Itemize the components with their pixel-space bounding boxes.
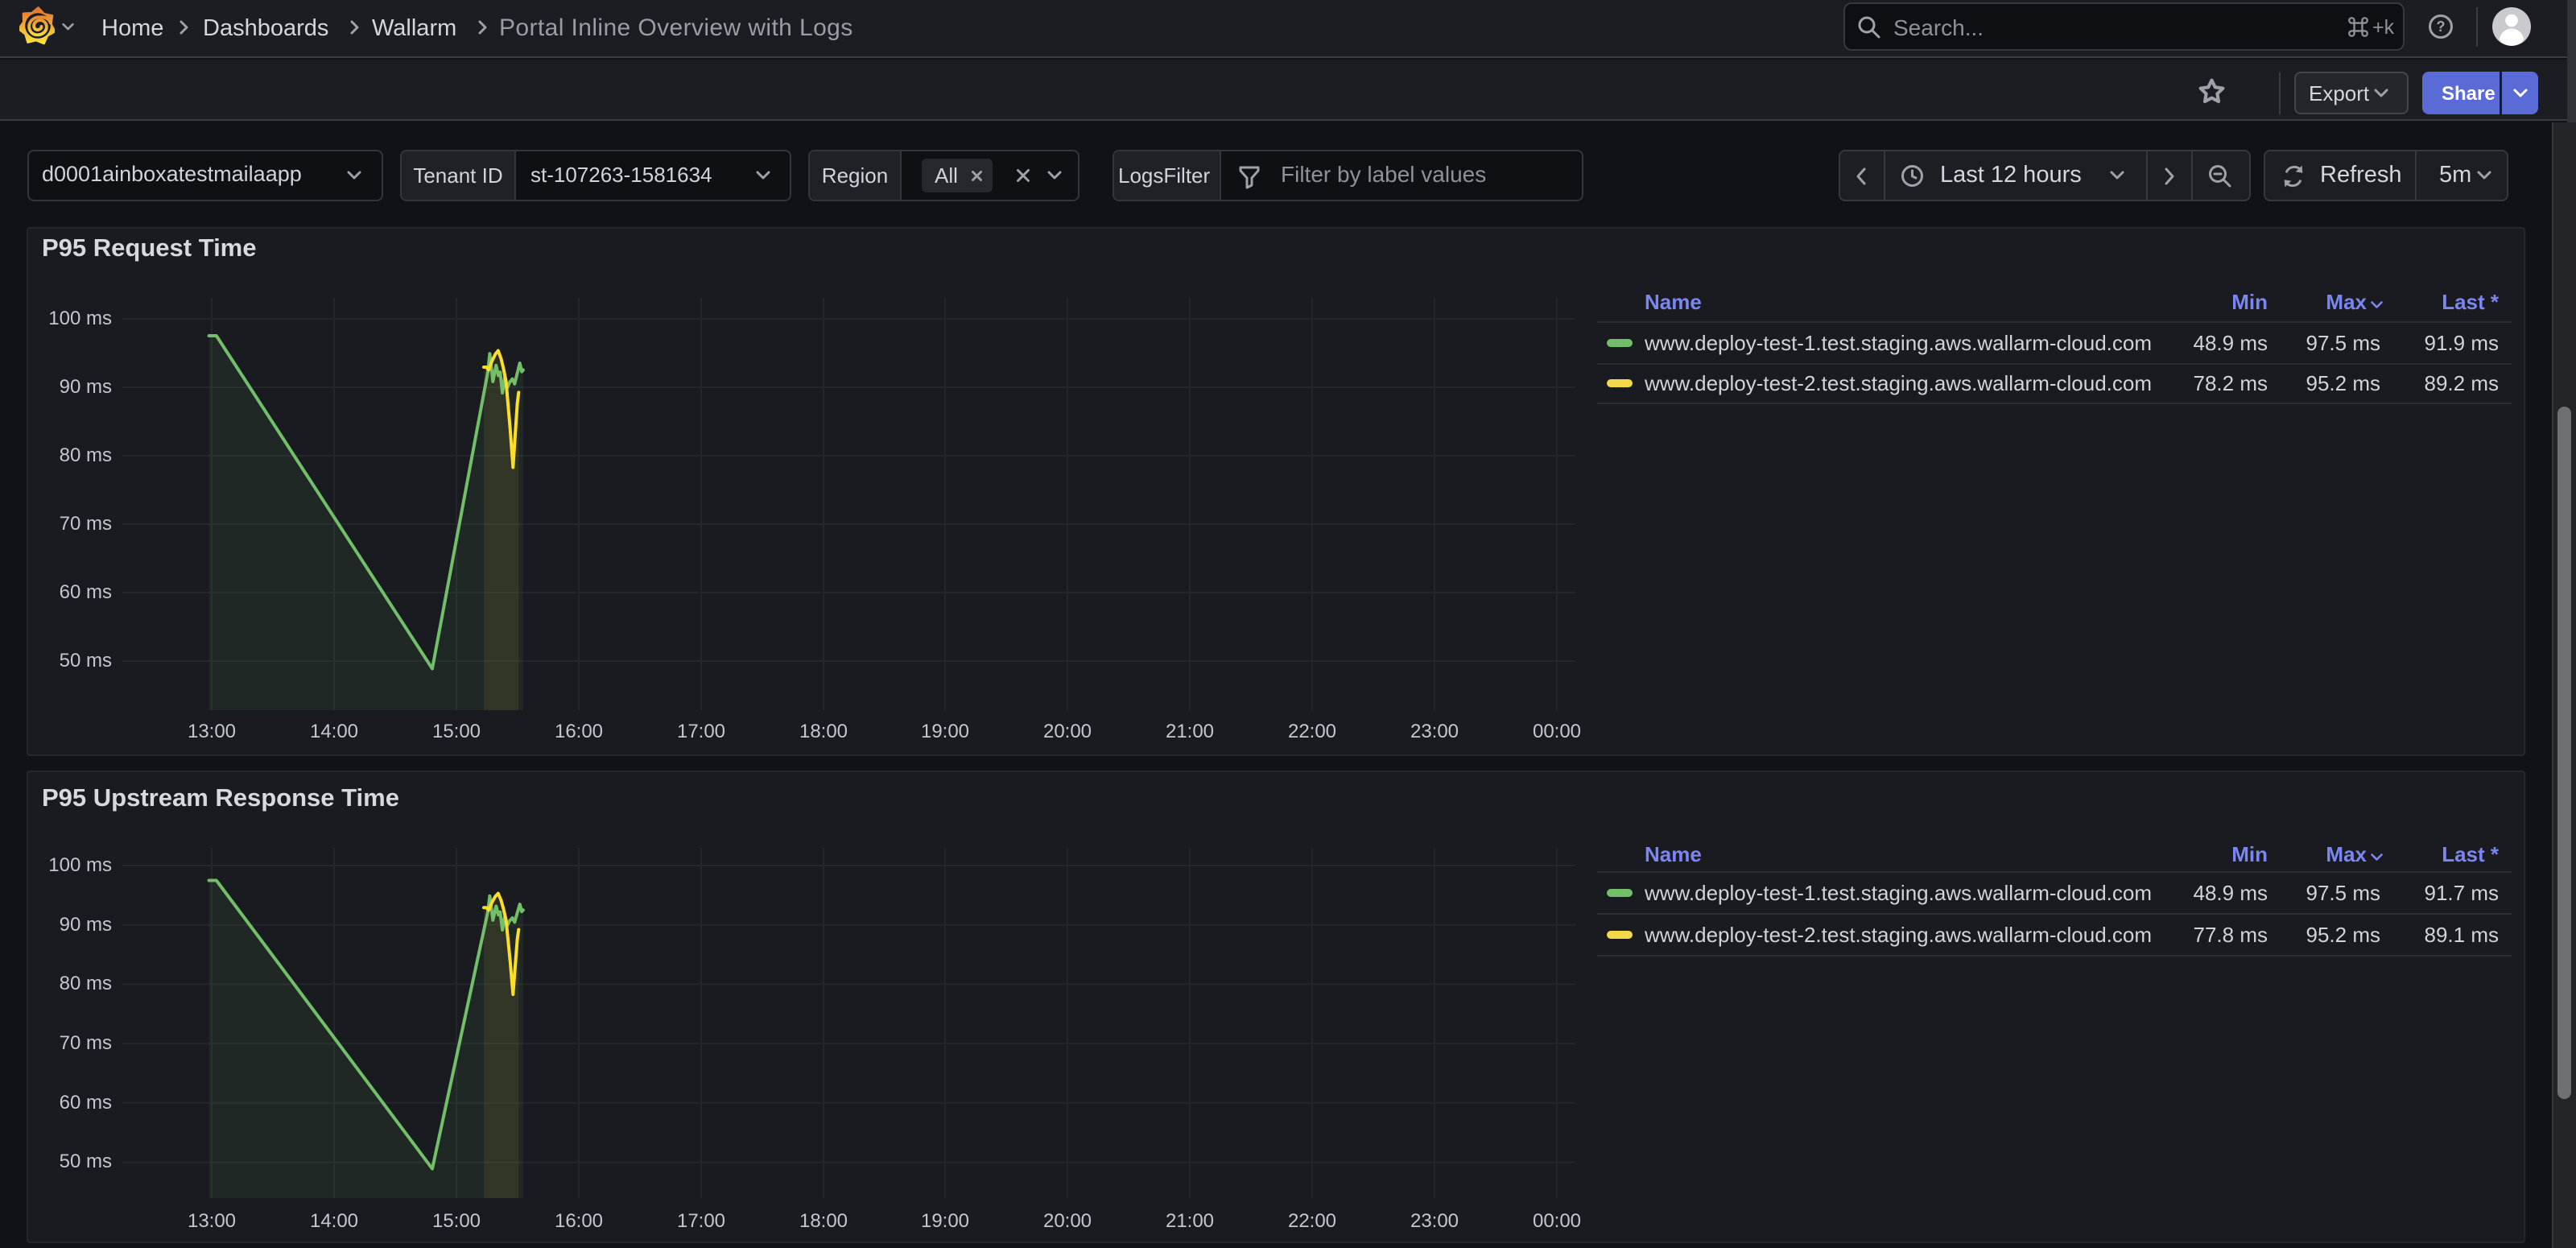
svg-text:?: ? — [2437, 19, 2446, 35]
